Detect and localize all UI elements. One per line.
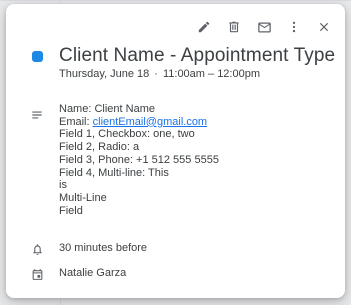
event-toolbar [189, 12, 339, 42]
description-line-email: Email: clientEmail@gmail.com [59, 116, 219, 129]
description-line: Field [59, 204, 83, 217]
event-title: Client Name - Appointment Type [59, 45, 336, 66]
event-description: Name: Client Name Email: clientEmail@gma… [59, 103, 219, 217]
description-line: Field 1, Checkbox: one, two [59, 128, 195, 141]
description-line: is [59, 179, 67, 192]
envelope-icon [257, 20, 272, 35]
email-prefix: Email: [59, 115, 93, 128]
description-line: Name: Client Name [59, 103, 155, 115]
event-date: Thursday, June 18 [59, 68, 150, 80]
background-grid-line [0, 0, 351, 1]
calendar-owner: Natalie Garza [59, 267, 127, 279]
event-color-chip [32, 51, 43, 62]
description-line: Field 4, Multi-line: This [59, 166, 169, 179]
delete-event-button[interactable] [219, 12, 249, 42]
datetime-separator: · [154, 68, 158, 80]
bell-icon [29, 241, 45, 257]
more-options-button[interactable] [279, 12, 309, 42]
pencil-icon [197, 20, 211, 34]
more-vert-icon [287, 20, 301, 34]
description-line: Field 2, Radio: a [59, 141, 140, 154]
edit-event-button[interactable] [189, 12, 219, 42]
close-button[interactable] [309, 12, 339, 42]
subject-lines-icon [29, 107, 45, 123]
reminder-text: 30 minutes before [59, 242, 148, 254]
calendar-icon [29, 266, 45, 282]
event-details-popover: Client Name - Appointment Type Thursday,… [6, 4, 345, 298]
event-time-range: 11:00am – 12:00pm [162, 68, 260, 80]
trash-icon [227, 20, 241, 34]
event-datetime: Thursday, June 18 · 11:00am – 12:00pm [59, 68, 260, 80]
close-icon [317, 20, 331, 34]
client-email-link[interactable]: clientEmail@gmail.com [93, 116, 207, 128]
email-guests-button[interactable] [249, 12, 279, 42]
description-line: Multi-Line [59, 191, 107, 204]
description-line: Field 3, Phone: +1 512 555 5555 [59, 153, 219, 166]
